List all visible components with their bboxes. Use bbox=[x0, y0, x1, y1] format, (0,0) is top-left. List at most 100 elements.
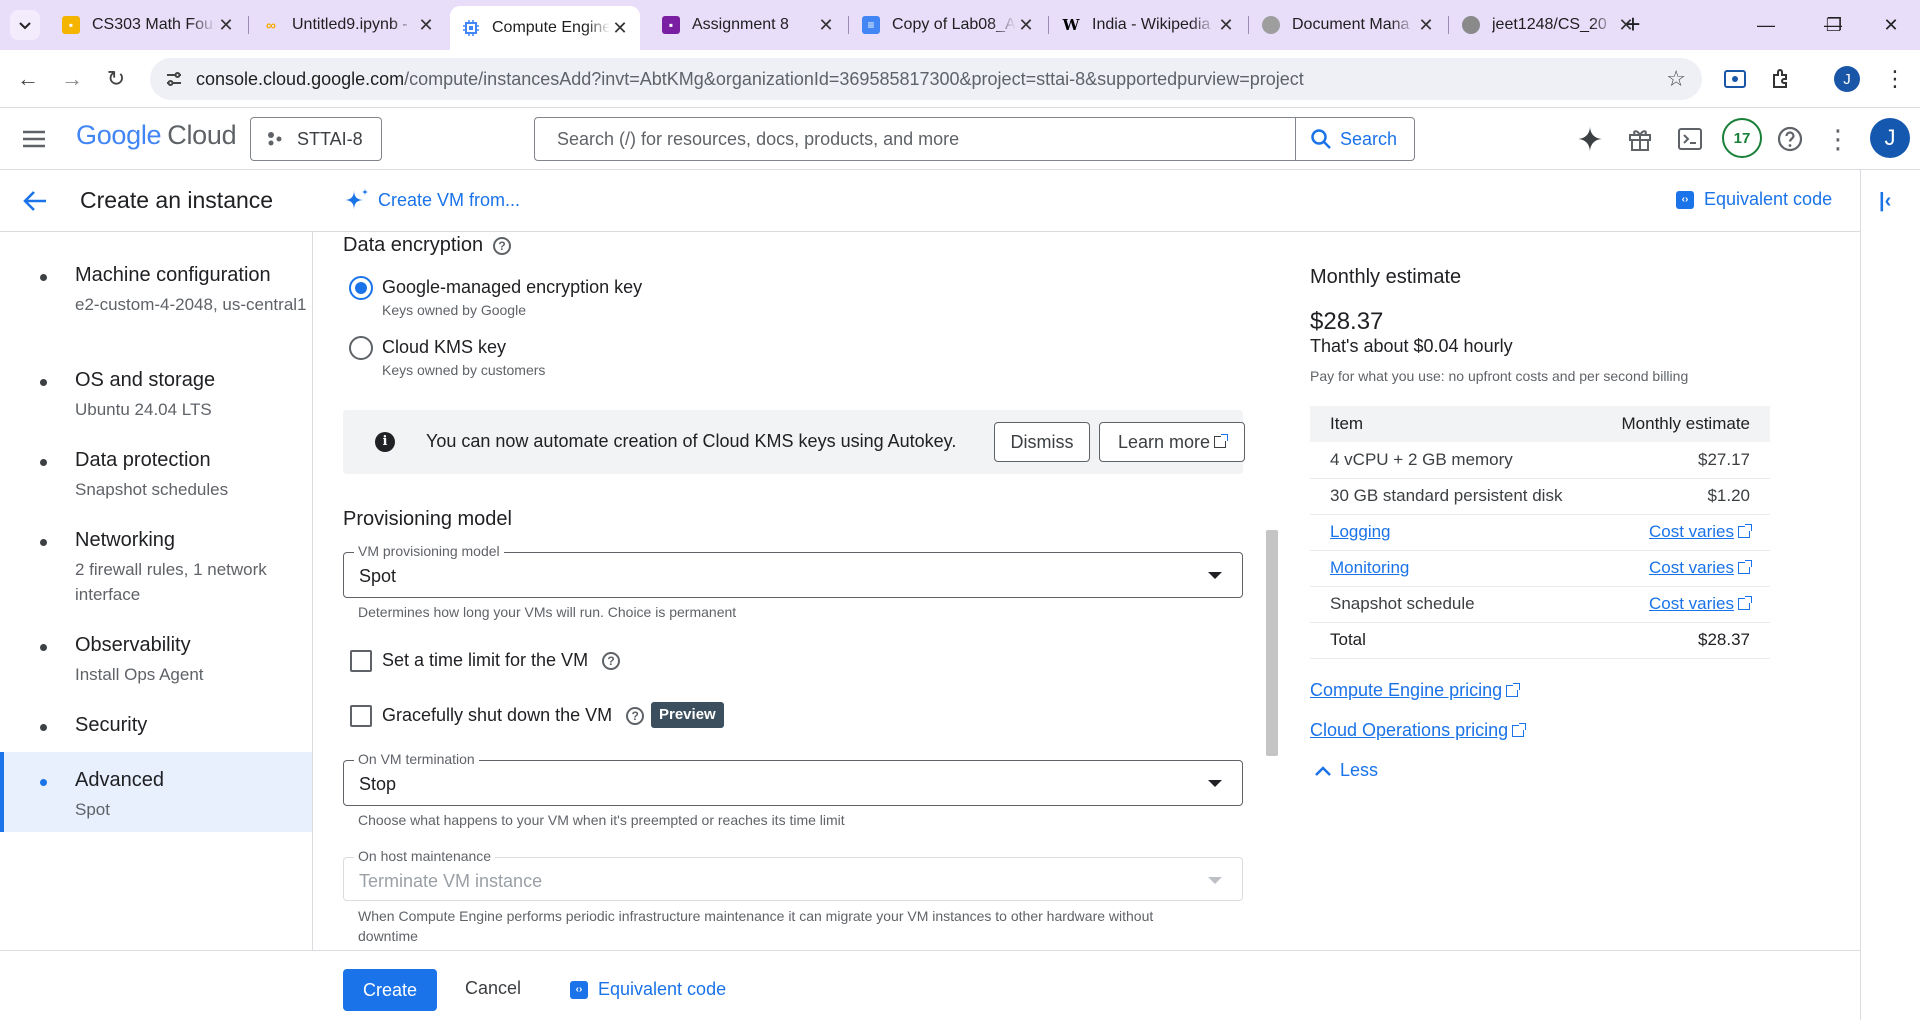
equivalent-code-button[interactable]: ‹› Equivalent code bbox=[1676, 189, 1832, 210]
minimize-icon[interactable]: — bbox=[1743, 10, 1789, 40]
collapse-panel-icon[interactable]: |‹ bbox=[1879, 190, 1891, 213]
search-button-label: Search bbox=[1340, 128, 1398, 149]
code-icon: ‹› bbox=[570, 980, 588, 999]
external-link-icon bbox=[1738, 524, 1752, 538]
nav-item-networking[interactable]: Networking 2 firewall rules, 1 network i… bbox=[0, 527, 312, 607]
restore-icon[interactable]: ❐ bbox=[1811, 10, 1857, 40]
nav-item-data-protection[interactable]: Data protection Snapshot schedules bbox=[0, 447, 312, 507]
logo-google-text: Google bbox=[76, 120, 162, 150]
column-header-item: Item bbox=[1310, 406, 1595, 442]
browser-tab[interactable]: ≡ Copy of Lab08_A ✕ bbox=[850, 8, 1046, 42]
logo-cloud-text: Cloud bbox=[167, 120, 237, 150]
tab-search-button[interactable] bbox=[10, 10, 40, 40]
close-tab-icon[interactable]: ✕ bbox=[216, 15, 236, 36]
vm-termination-select[interactable]: On VM termination Stop bbox=[343, 751, 1243, 806]
reload-icon[interactable]: ↻ bbox=[100, 63, 132, 95]
browser-tab[interactable]: ▪ CS303 Math Fou ✕ bbox=[50, 8, 246, 42]
close-tab-icon[interactable]: ✕ bbox=[1416, 15, 1436, 36]
browser-menu-icon[interactable]: ⋮ bbox=[1880, 64, 1910, 94]
learn-more-button[interactable]: Learn more bbox=[1099, 422, 1245, 462]
profile-icon[interactable]: J bbox=[1832, 64, 1862, 94]
browser-tab[interactable]: W India - Wikipedia ✕ bbox=[1050, 8, 1246, 42]
close-tab-icon[interactable]: ✕ bbox=[1216, 15, 1236, 36]
equivalent-code-footer-button[interactable]: ‹› Equivalent code bbox=[570, 979, 726, 1000]
browser-tab[interactable]: jeet1248/CS_20 ✕ bbox=[1450, 8, 1646, 42]
account-avatar[interactable]: J bbox=[1870, 118, 1910, 158]
help-icon[interactable] bbox=[1774, 123, 1806, 155]
help-icon[interactable]: ? bbox=[493, 236, 512, 255]
right-side-rail: |‹ bbox=[1860, 170, 1920, 1020]
address-bar[interactable]: console.cloud.google.com/compute/instanc… bbox=[150, 58, 1702, 100]
new-tab-button[interactable]: + bbox=[1618, 10, 1648, 38]
globe-icon bbox=[1262, 16, 1280, 34]
selected-value: Spot bbox=[359, 566, 397, 586]
create-vm-from-button[interactable]: Create VM from... bbox=[344, 187, 520, 213]
google-managed-key-radio[interactable] bbox=[349, 276, 373, 300]
close-tab-icon[interactable]: ✕ bbox=[416, 15, 436, 36]
cloud-shell-icon[interactable] bbox=[1674, 123, 1706, 155]
snapshot-cost-link[interactable]: Cost varies bbox=[1649, 594, 1734, 613]
google-cloud-logo[interactable]: Google Cloud bbox=[76, 120, 237, 151]
nav-item-os-and-storage[interactable]: OS and storage Ubuntu 24.04 LTS bbox=[0, 367, 312, 427]
classroom-icon: ▪ bbox=[62, 16, 80, 34]
close-tab-icon[interactable]: ✕ bbox=[1016, 15, 1036, 36]
monitoring-cost-link[interactable]: Cost varies bbox=[1649, 558, 1734, 577]
project-name: STTAI-8 bbox=[297, 128, 363, 149]
external-link-icon bbox=[1738, 596, 1752, 610]
more-options-icon[interactable]: ⋮ bbox=[1822, 123, 1854, 155]
close-tab-icon[interactable]: ✕ bbox=[816, 15, 836, 36]
graceful-shutdown-label: Gracefully shut down the VM? bbox=[382, 705, 645, 726]
graceful-shutdown-checkbox[interactable] bbox=[350, 705, 372, 727]
browser-tab-strip: ▪ CS303 Math Fou ✕ ∞ Untitled9.ipynb - ✕… bbox=[0, 0, 1920, 50]
back-icon[interactable]: ← bbox=[12, 63, 44, 95]
gemini-sparkle-icon[interactable] bbox=[1574, 123, 1606, 155]
help-icon[interactable]: ? bbox=[602, 652, 621, 671]
forward-icon[interactable]: → bbox=[56, 63, 88, 95]
create-button[interactable]: Create bbox=[343, 969, 437, 1011]
logging-cost-link[interactable]: Cost varies bbox=[1649, 522, 1734, 541]
notifications-badge[interactable]: 17 bbox=[1722, 118, 1762, 158]
nav-item-observability[interactable]: Observability Install Ops Agent bbox=[0, 632, 312, 692]
less-button[interactable]: Less bbox=[1314, 760, 1378, 781]
browser-tab[interactable]: ∞ Untitled9.ipynb - ✕ bbox=[250, 8, 446, 42]
banner-text: You can now automate creation of Cloud K… bbox=[426, 431, 957, 451]
host-maintenance-hint: When Compute Engine performs periodic in… bbox=[358, 908, 1154, 944]
page-title-bar: Create an instance Create VM from... ‹› … bbox=[0, 170, 1860, 232]
search-button[interactable]: Search bbox=[1295, 117, 1415, 161]
site-settings-icon[interactable] bbox=[164, 69, 184, 89]
cancel-button[interactable]: Cancel bbox=[465, 978, 521, 999]
monitoring-link[interactable]: Monitoring bbox=[1330, 558, 1409, 577]
search-input[interactable]: Search (/) for resources, docs, products… bbox=[534, 117, 1295, 161]
data-encryption-heading: Data encryption? bbox=[343, 234, 512, 257]
help-icon[interactable]: ? bbox=[626, 707, 645, 726]
back-arrow-icon[interactable] bbox=[20, 186, 50, 216]
wikipedia-icon: W bbox=[1062, 16, 1080, 34]
browser-tab[interactable]: Document Mana ✕ bbox=[1250, 8, 1446, 42]
dropdown-caret-icon bbox=[1208, 877, 1222, 884]
console-header: Google Cloud STTAI-8 Search (/) for resou… bbox=[0, 108, 1920, 170]
cloud-operations-pricing-link[interactable]: Cloud Operations pricing bbox=[1310, 720, 1527, 741]
close-tab-icon[interactable]: ✕ bbox=[610, 18, 630, 39]
time-limit-checkbox[interactable] bbox=[350, 650, 372, 672]
close-window-icon[interactable]: ✕ bbox=[1868, 10, 1914, 40]
create-vm-from-label: Create VM from... bbox=[378, 189, 521, 210]
field-label: On host maintenance bbox=[354, 848, 496, 864]
dismiss-button[interactable]: Dismiss bbox=[994, 422, 1090, 462]
cloud-kms-key-radio[interactable] bbox=[349, 336, 373, 360]
browser-tab[interactable]: ▪ Assignment 8 ✕ bbox=[650, 8, 846, 42]
logging-link[interactable]: Logging bbox=[1330, 522, 1391, 541]
nav-item-advanced[interactable]: Advanced Spot bbox=[0, 752, 312, 832]
project-picker-button[interactable]: STTAI-8 bbox=[250, 117, 382, 161]
hamburger-menu-icon[interactable] bbox=[20, 125, 48, 153]
nav-item-machine-configuration[interactable]: Machine configuration e2-custom-4-2048, … bbox=[0, 262, 312, 342]
url-path: /compute/instancesAdd?invt=AbtKMg&organi… bbox=[404, 68, 1304, 89]
vm-provisioning-model-select[interactable]: VM provisioning model Spot bbox=[343, 543, 1243, 598]
compute-engine-pricing-link[interactable]: Compute Engine pricing bbox=[1310, 680, 1521, 701]
gift-icon[interactable] bbox=[1624, 123, 1656, 155]
bookmark-star-icon[interactable]: ☆ bbox=[1666, 66, 1686, 92]
nav-item-security[interactable]: Security bbox=[0, 712, 312, 748]
extensions-icon[interactable] bbox=[1766, 64, 1796, 94]
browser-tab-active[interactable]: Compute Engine ✕ bbox=[450, 6, 640, 50]
screen-cast-icon[interactable] bbox=[1720, 64, 1750, 94]
form-scrollbar[interactable] bbox=[1266, 530, 1278, 756]
